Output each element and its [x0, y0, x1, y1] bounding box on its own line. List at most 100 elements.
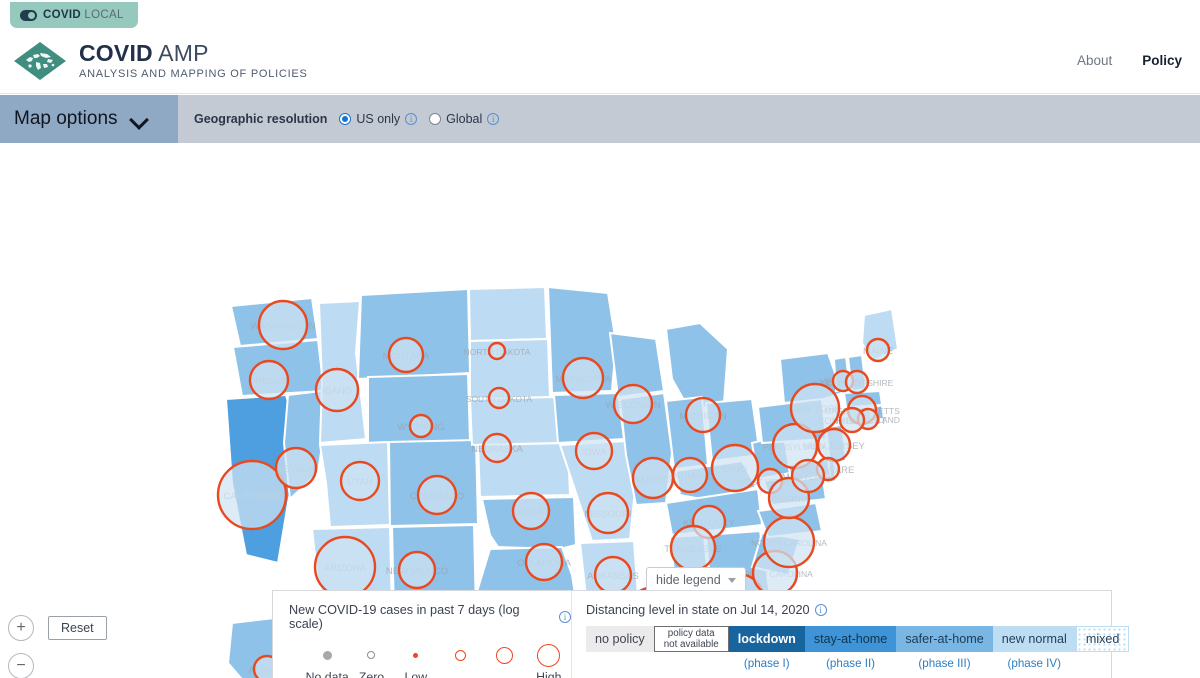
case-bubble-ia[interactable]: [574, 431, 614, 471]
case-bubble-mn[interactable]: [561, 356, 605, 400]
map-options-toggle[interactable]: Map options: [0, 95, 178, 143]
distancing-swatch-group: mixed: [1075, 626, 1130, 670]
hide-legend-label: hide legend: [656, 573, 721, 587]
geographic-resolution-group: Geographic resolution US only i Global i: [194, 112, 500, 126]
distancing-swatch-group: stay-at-home (phase II): [804, 626, 897, 670]
map-state-nd[interactable]: [467, 285, 549, 343]
case-bubble-sd[interactable]: [487, 386, 511, 410]
zoom-in-button[interactable]: +: [8, 615, 34, 641]
cases-legend-item: Zero: [349, 642, 393, 678]
distancing-swatch-nodata[interactable]: policy data not available: [653, 626, 729, 652]
case-bubble-tn[interactable]: [669, 524, 717, 572]
distancing-swatch-mixed[interactable]: mixed: [1075, 626, 1130, 652]
case-bubble-ok[interactable]: [524, 542, 564, 582]
legend-bubble-outline-gray: [367, 651, 376, 659]
info-icon[interactable]: i: [405, 113, 418, 125]
cases-legend-item: No data: [305, 642, 349, 678]
case-bubble-nd[interactable]: [487, 341, 507, 361]
distancing-legend-swatches: no policy policy data not available lockdow…: [586, 626, 1130, 670]
case-bubble-ut[interactable]: [339, 460, 381, 502]
cases-legend-item: [438, 642, 482, 678]
main-nav: About Policy: [1077, 53, 1182, 68]
case-bubble-nv[interactable]: [274, 446, 318, 490]
case-bubble-ct[interactable]: [838, 406, 866, 434]
distancing-swatch-group: new normal (phase IV): [992, 626, 1076, 670]
radio-global-label: Global: [446, 112, 483, 126]
chevron-down-icon: [727, 577, 736, 583]
distancing-swatch-group: no policy: [586, 626, 654, 670]
distancing-swatch-label-line1: policy data: [667, 628, 715, 639]
case-bubble-nm[interactable]: [397, 550, 437, 590]
cases-legend-item-label: Zero: [358, 670, 385, 678]
brand-logo[interactable]: COVID AMP ANALYSIS AND MAPPING OF POLICI…: [12, 40, 308, 82]
distancing-swatch-safer[interactable]: safer-at-home: [896, 626, 993, 652]
nav-link-policy[interactable]: Policy: [1142, 53, 1182, 68]
cases-legend-title: New COVID-19 cases in past 7 days (log s…: [289, 603, 571, 631]
case-bubble-ks[interactable]: [511, 491, 551, 531]
distancing-swatch-phase: (phase I): [743, 657, 790, 670]
case-bubble-wa[interactable]: [257, 299, 309, 351]
case-bubble-nh[interactable]: [844, 369, 870, 395]
distancing-swatch-group: safer-at-home (phase III): [896, 626, 993, 670]
case-bubble-ny[interactable]: [789, 382, 841, 434]
distancing-swatch-lockdown[interactable]: lockdown: [728, 626, 805, 652]
cases-legend-item-label: No data: [305, 670, 349, 678]
chevron-down-icon: [132, 112, 147, 127]
nav-link-about[interactable]: About: [1077, 53, 1112, 68]
case-bubble-oh[interactable]: [710, 443, 760, 493]
info-icon[interactable]: i: [487, 113, 500, 125]
covid-local-label: COVID LOCAL: [43, 9, 124, 21]
map-options-label: Map options: [14, 108, 118, 129]
map-options-bar: Map options Geographic resolution US onl…: [0, 95, 1200, 143]
case-bubble-ne[interactable]: [481, 432, 513, 464]
distancing-swatch-nopolicy[interactable]: no policy: [586, 626, 654, 652]
case-bubble-me[interactable]: [865, 337, 891, 363]
case-bubble-mt[interactable]: [387, 336, 425, 374]
distancing-swatch-normal[interactable]: new normal: [992, 626, 1076, 652]
reset-button[interactable]: Reset: [48, 616, 107, 640]
cases-legend-item: High: [527, 642, 571, 678]
info-icon[interactable]: i: [814, 604, 827, 616]
brand-tagline: ANALYSIS AND MAPPING OF POLICIES: [79, 68, 308, 81]
map-legend: New COVID-19 cases in past 7 days (log s…: [272, 590, 1130, 678]
distancing-legend-title: Distancing level in state on Jul 14, 202…: [586, 603, 1129, 617]
brand-title: COVID AMP: [79, 39, 209, 66]
case-bubble-il[interactable]: [631, 456, 675, 500]
distancing-swatch-phase: (phase IV): [1007, 657, 1062, 670]
world-map-diamond-icon: [12, 40, 68, 82]
zoom-out-button[interactable]: −: [8, 653, 34, 678]
map-state-ne[interactable]: [468, 395, 562, 447]
toggle-pill-icon: [20, 9, 37, 21]
radio-global[interactable]: Global i: [429, 112, 500, 126]
case-bubble-ar[interactable]: [593, 555, 633, 595]
case-bubble-co[interactable]: [416, 474, 458, 516]
case-bubble-wi[interactable]: [612, 383, 654, 425]
case-bubble-md[interactable]: [790, 458, 826, 494]
distancing-swatch-stay[interactable]: stay-at-home: [804, 626, 897, 652]
cases-legend-scale: No data Zero Low High: [289, 642, 571, 678]
radio-us-only-input[interactable]: [339, 113, 352, 125]
case-bubble-mi[interactable]: [684, 396, 722, 434]
radio-global-input[interactable]: [429, 113, 442, 125]
case-bubble-nj[interactable]: [816, 427, 852, 463]
legend-bubble-filled-gray: [322, 650, 332, 660]
case-bubble-mo[interactable]: [586, 491, 630, 535]
case-bubble-wy[interactable]: [408, 413, 434, 439]
map-stage[interactable]: WASHINGTONOREGONCALIFORNIANEVADAIDAHOMON…: [0, 143, 1200, 678]
case-bubble-id[interactable]: [314, 367, 360, 413]
zoom-controls: + − Reset: [8, 615, 118, 678]
covid-local-badge[interactable]: COVID LOCAL: [10, 2, 138, 28]
case-bubble-nc[interactable]: [762, 515, 816, 569]
distancing-swatch-group: lockdown (phase I): [728, 626, 805, 670]
case-bubble-in[interactable]: [671, 456, 709, 494]
brand-text: COVID AMP ANALYSIS AND MAPPING OF POLICI…: [79, 41, 308, 80]
distancing-swatch-label-line2: not available: [663, 639, 719, 650]
case-bubble-or[interactable]: [248, 359, 290, 401]
case-bubble-az[interactable]: [313, 535, 377, 599]
distancing-swatch-group: policy data not available: [653, 626, 729, 670]
site-header: COVID AMP ANALYSIS AND MAPPING OF POLICI…: [0, 28, 1200, 94]
radio-us-only[interactable]: US only i: [339, 112, 418, 126]
legend-bubble-outline-orange: [537, 643, 561, 667]
cases-legend-item: [482, 642, 526, 678]
info-icon[interactable]: i: [559, 611, 571, 623]
